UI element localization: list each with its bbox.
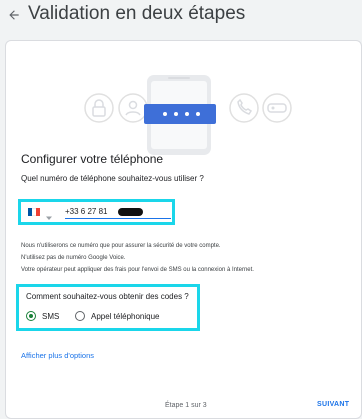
france-flag-icon[interactable] <box>28 208 40 216</box>
redaction-mark <box>118 208 143 216</box>
radio-sms-label: SMS <box>42 311 60 321</box>
page-title: Validation en deux étapes <box>28 3 246 24</box>
radio-selected-icon[interactable] <box>26 311 36 321</box>
hero-illustration <box>84 61 320 161</box>
code-method-group: Comment souhaitez-vous obtenir des codes… <box>16 284 200 331</box>
radio-phone-call[interactable]: Appel téléphonique <box>75 311 160 321</box>
back-arrow-icon[interactable] <box>5 6 23 24</box>
phone-call-icon <box>229 93 259 123</box>
more-options-link[interactable]: Afficher plus d'options <box>21 351 94 360</box>
verification-code-icon <box>144 104 216 124</box>
info-line: Votre opérateur peut appliquer des frais… <box>21 267 254 273</box>
top-bar: Validation en deux étapes <box>0 0 362 34</box>
chevron-down-icon[interactable] <box>45 209 53 220</box>
info-line: N'utilisez pas de numéro Google Voice. <box>21 255 126 261</box>
radio-unselected-icon[interactable] <box>75 311 85 321</box>
phone-question: Quel numéro de téléphone souhaitez-vous … <box>21 174 204 183</box>
step-indicator: Étape 1 sur 3 <box>165 402 207 409</box>
code-method-question: Comment souhaitez-vous obtenir des codes… <box>26 292 189 301</box>
radio-phone-call-label: Appel téléphonique <box>91 311 160 321</box>
info-text: Nous n'utiliserons ce numéro que pour as… <box>21 240 351 276</box>
security-key-icon <box>262 93 292 123</box>
lock-icon <box>84 93 114 123</box>
section-title: Configurer votre téléphone <box>21 152 164 166</box>
info-line: Nous n'utiliserons ce numéro que pour as… <box>21 243 221 249</box>
phone-number-row <box>18 199 175 225</box>
next-button[interactable]: SUIVANT <box>317 401 349 408</box>
account-icon <box>118 93 148 123</box>
setup-card: Configurer votre téléphone Quel numéro d… <box>5 40 362 419</box>
radio-sms[interactable]: SMS <box>26 311 59 321</box>
